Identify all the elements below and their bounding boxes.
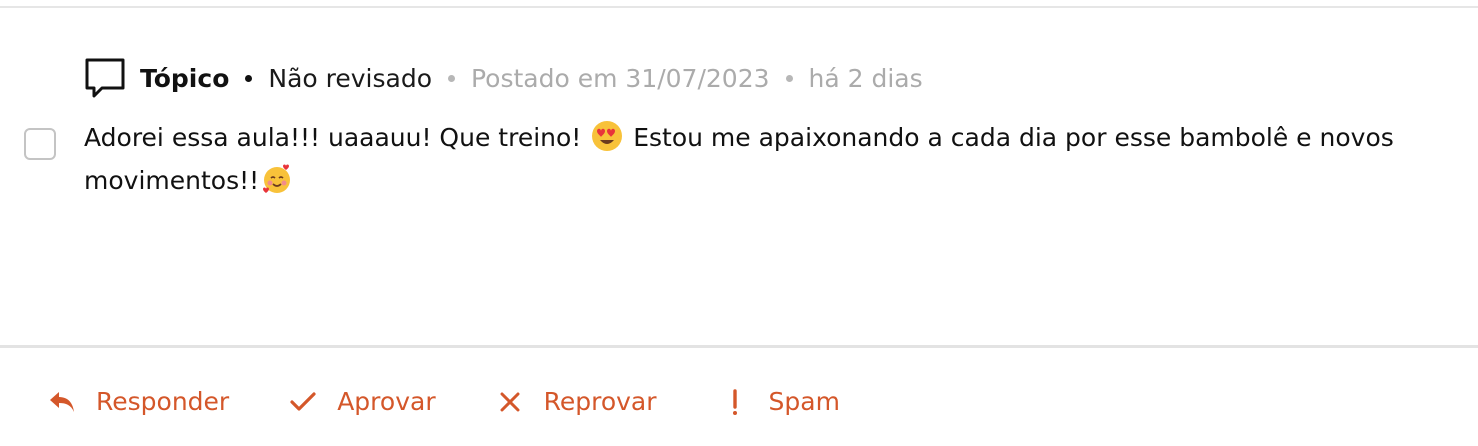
chat-bubble-icon	[85, 58, 125, 98]
approve-button[interactable]: Aprovar	[287, 385, 436, 417]
heart-eyes-emoji-icon	[592, 121, 623, 151]
post-meta: Tópico Não revisado Postado em 31/07/202…	[84, 56, 923, 100]
comment-card: Tópico Não revisado Postado em 31/07/202…	[0, 0, 1478, 446]
reply-label: Responder	[96, 386, 230, 416]
post-type-label: Tópico	[140, 63, 230, 93]
moderation-actions: Responder Aprovar Reprovar Spam	[46, 378, 840, 424]
separator-dot	[785, 74, 793, 82]
reject-button[interactable]: Reprovar	[494, 385, 657, 417]
select-checkbox[interactable]	[24, 128, 56, 160]
actions-divider	[0, 345, 1478, 348]
comment-text: Adorei essa aula!!! uaaauu! Que treino! …	[84, 116, 1414, 202]
separator-dot	[245, 74, 253, 82]
posted-date: Postado em 31/07/2023	[471, 63, 770, 93]
review-status: Não revisado	[268, 63, 432, 93]
approve-label: Aprovar	[337, 386, 436, 416]
exclamation-icon	[732, 389, 737, 415]
check-icon	[290, 392, 316, 411]
separator-dot	[448, 74, 455, 82]
comment-text-part1: Adorei essa aula!!! uaaauu! Que treino!	[84, 123, 582, 152]
top-divider	[0, 6, 1478, 8]
close-icon	[500, 392, 520, 412]
relative-time: há 2 dias	[808, 63, 923, 93]
smiling-hearts-emoji-icon	[263, 164, 291, 193]
reply-icon	[50, 392, 74, 412]
spam-label: Spam	[768, 386, 840, 416]
reject-label: Reprovar	[543, 386, 657, 416]
reply-button[interactable]: Responder	[46, 385, 229, 417]
spam-button[interactable]: Spam	[719, 385, 840, 417]
